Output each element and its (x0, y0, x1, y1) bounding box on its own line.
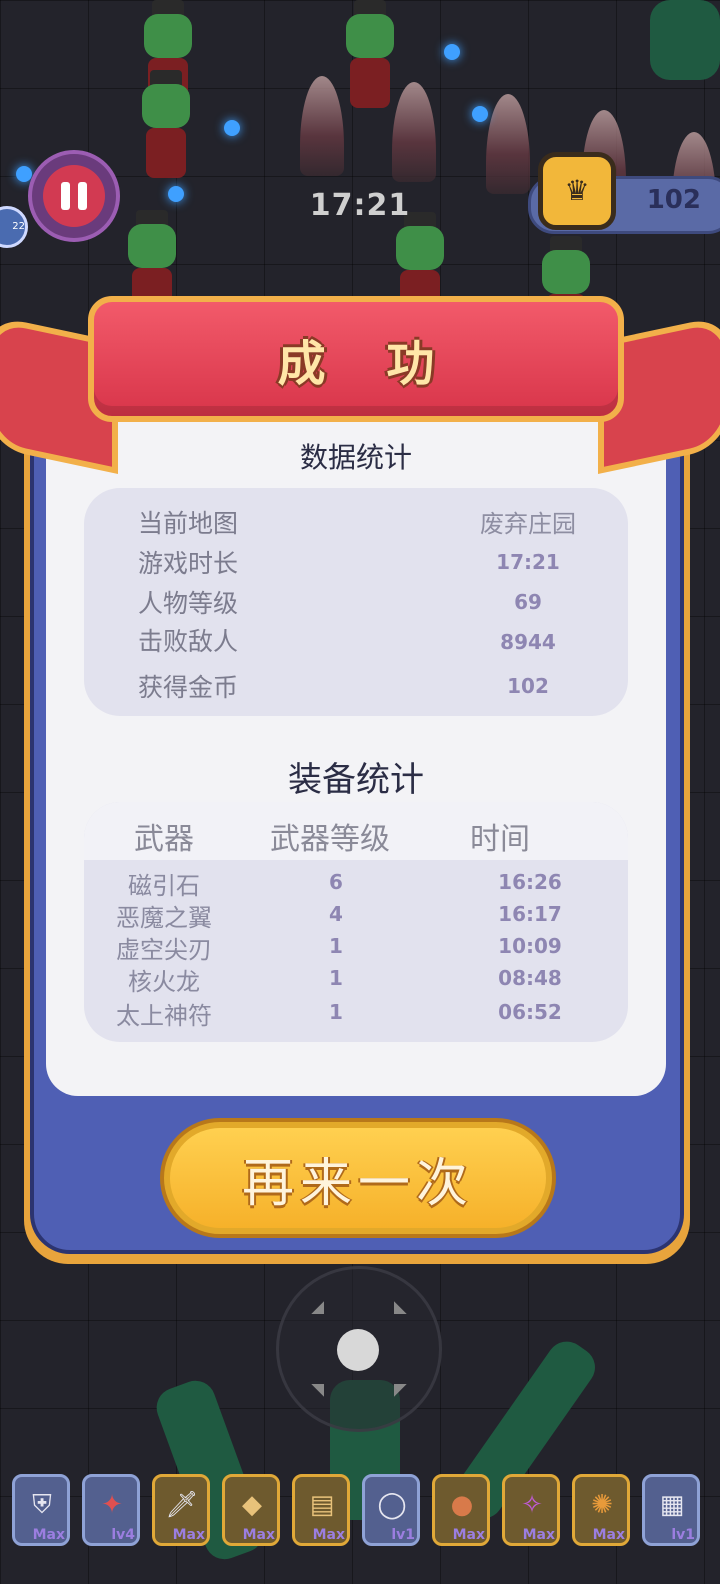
stat-label: 当前地图 (138, 509, 239, 538)
slot-level-tag: Max (592, 1527, 625, 1543)
weapon-name: 核火龙 (128, 968, 200, 996)
meat-icon: ● (450, 1490, 474, 1520)
stat-value: 废弃庄园 (480, 510, 576, 538)
stat-label: 获得金币 (138, 673, 239, 702)
equipment-title: 装备统计 (288, 760, 424, 800)
inventory-slot-wings[interactable]: ✦ lv4 (82, 1474, 140, 1546)
stat-row-kills: 击败敌人 8944 (84, 622, 628, 658)
inventory-slot-ring[interactable]: ◯ lv1 (362, 1474, 420, 1546)
inventory-slot-meat[interactable]: ● Max (432, 1474, 490, 1546)
coin-value: 102 (646, 185, 701, 215)
table-row: 核火龙 1 08:48 (84, 962, 628, 996)
inventory-slot-bread[interactable]: ◆ Max (222, 1474, 280, 1546)
table-row: 太上神符 1 06:52 (84, 996, 628, 1030)
weapon-name: 恶魔之翼 (116, 904, 212, 932)
stat-value: 102 (507, 674, 549, 698)
inventory-slot-dragon[interactable]: ✧ Max (502, 1474, 560, 1546)
pause-icon (43, 165, 105, 227)
header-level: 武器等级 (270, 822, 390, 857)
sun-amulet-icon: ✺ (591, 1490, 613, 1520)
inventory-slot-talisman[interactable]: ▦ lv1 (642, 1474, 700, 1546)
game-timer: 17:21 (309, 188, 411, 223)
retry-button[interactable]: 再来一次 (160, 1118, 556, 1238)
pause-button[interactable] (28, 150, 120, 242)
experience-orb (224, 120, 240, 136)
dagger-icon: 🗡 (165, 1490, 199, 1520)
stat-row-coins: 获得金币 102 (84, 668, 628, 704)
arrow-icon (311, 1371, 337, 1397)
zombie-enemy (126, 70, 206, 180)
weapon-name: 虚空尖刃 (116, 936, 212, 964)
slot-level-tag: lv1 (391, 1527, 415, 1543)
inventory-slot-scroll[interactable]: ▤ Max (292, 1474, 350, 1546)
slot-level-tag: Max (32, 1527, 65, 1543)
stat-label: 击败敌人 (138, 627, 239, 656)
experience-orb (16, 166, 32, 182)
armor-icon: ⛨ (32, 1489, 52, 1520)
equipment-table: 武器 武器等级 时间 磁引石 6 16:26 恶魔之翼 4 16:17 虚空尖刃… (84, 802, 628, 1042)
experience-orb (472, 106, 488, 122)
weapon-level: 1 (329, 934, 343, 958)
stat-row-map: 当前地图 废弃庄园 (84, 504, 628, 540)
equipment-header: 武器 武器等级 时间 (84, 802, 628, 860)
stat-value: 8944 (500, 630, 556, 654)
weapon-level: 4 (329, 902, 343, 926)
stat-label: 人物等级 (138, 589, 239, 618)
joystick-knob[interactable] (337, 1329, 379, 1371)
bread-icon: ◆ (242, 1490, 262, 1520)
arrow-icon (381, 1301, 407, 1327)
ring-icon: ◯ (377, 1490, 407, 1520)
weapon-time: 16:17 (498, 902, 562, 926)
demon-wings-icon: ✦ (101, 1490, 123, 1520)
header-time: 时间 (470, 822, 530, 857)
stat-row-level: 人物等级 69 (84, 584, 628, 620)
spike-hazard (486, 94, 530, 194)
table-row: 恶魔之翼 4 16:17 (84, 898, 628, 932)
arrow-icon (311, 1301, 337, 1327)
result-title: 成 功 (277, 336, 457, 392)
experience-orb (444, 44, 460, 60)
slot-level-tag: Max (172, 1527, 205, 1543)
dragon-icon: ✧ (521, 1490, 543, 1520)
slot-level-tag: Max (452, 1527, 485, 1543)
arrow-icon (381, 1371, 407, 1397)
retry-label: 再来一次 (241, 1153, 474, 1214)
slot-level-tag: Max (522, 1527, 555, 1543)
stat-value: 17:21 (496, 550, 560, 574)
table-row: 磁引石 6 16:26 (84, 866, 628, 900)
scroll-icon: ▤ (309, 1490, 335, 1520)
header-weapon: 武器 (134, 822, 194, 857)
stats-title: 数据统计 (299, 441, 412, 474)
weapon-level: 1 (329, 966, 343, 990)
inventory-slot-amulet[interactable]: ✺ Max (572, 1474, 630, 1546)
plant-decoration (650, 0, 720, 80)
stat-label: 游戏时长 (138, 549, 239, 578)
weapon-name: 磁引石 (128, 872, 200, 900)
slot-level-tag: lv1 (671, 1527, 695, 1543)
weapon-level: 1 (329, 1000, 343, 1024)
stats-table: 当前地图 废弃庄园 游戏时长 17:21 人物等级 69 击败敌人 8944 获… (84, 488, 628, 716)
virtual-joystick[interactable] (276, 1266, 442, 1432)
stat-row-duration: 游戏时长 17:21 (84, 544, 628, 580)
title-banner: 成 功 (88, 296, 624, 422)
zombie-enemy (330, 0, 410, 110)
inventory-slot-dagger[interactable]: 🗡 Max (152, 1474, 210, 1546)
weapon-time: 08:48 (498, 966, 562, 990)
level-badge-text: 22 (12, 221, 25, 232)
weapon-time: 10:09 (498, 934, 562, 958)
stat-value: 69 (514, 590, 542, 614)
weapon-time: 06:52 (498, 1000, 562, 1024)
slot-level-tag: lv4 (111, 1527, 135, 1543)
table-row: 虚空尖刃 1 10:09 (84, 930, 628, 964)
crown-coin-icon: ♛ (538, 152, 616, 230)
talisman-icon: ▦ (659, 1490, 685, 1520)
experience-orb (168, 186, 184, 202)
slot-level-tag: Max (242, 1527, 275, 1543)
weapon-level: 6 (329, 870, 343, 894)
slot-level-tag: Max (312, 1527, 345, 1543)
retry-button-face[interactable]: 再来一次 (170, 1128, 546, 1228)
weapon-time: 16:26 (498, 870, 562, 894)
inventory-slot-armor[interactable]: ⛨ Max (12, 1474, 70, 1546)
weapon-name: 太上神符 (116, 1002, 212, 1030)
